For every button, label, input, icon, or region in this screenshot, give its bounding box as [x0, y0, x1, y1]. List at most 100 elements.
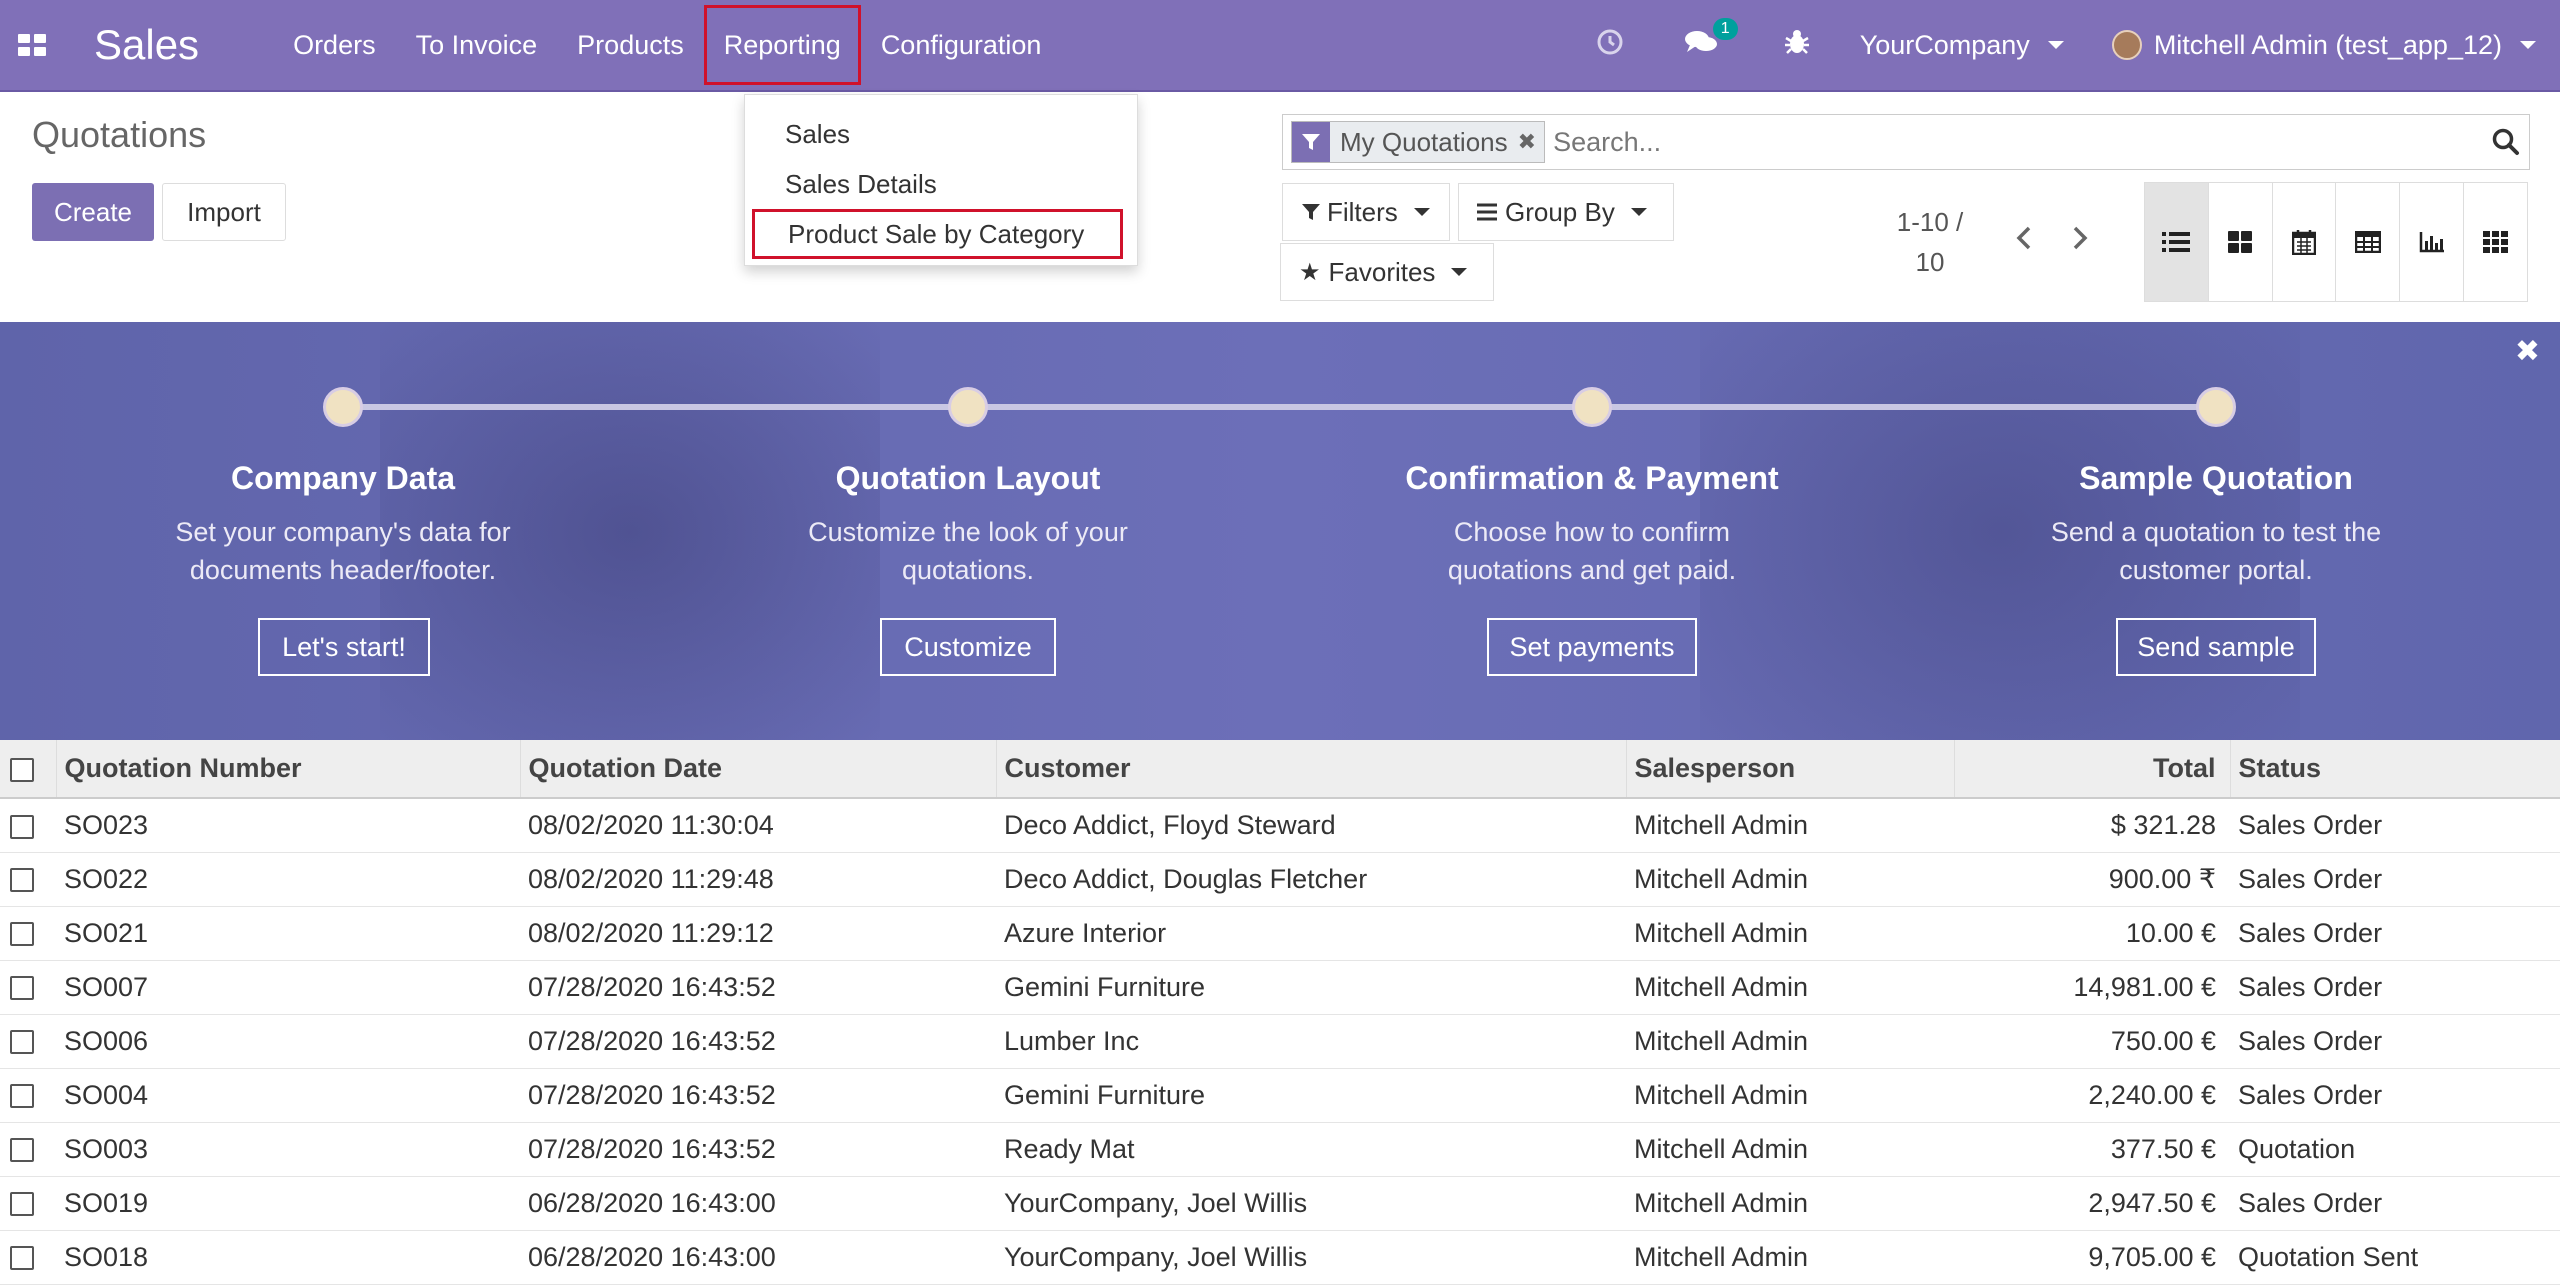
row-checkbox[interactable]	[0, 1068, 56, 1123]
col-total[interactable]: Total	[1954, 740, 2231, 799]
row-checkbox[interactable]	[0, 798, 56, 853]
cell-total: 750.00 €	[1954, 1014, 2230, 1069]
step-desc: Set your company's data for	[175, 517, 511, 547]
kanban-view-icon[interactable]	[2209, 183, 2273, 301]
filters-button[interactable]: Filters	[1282, 183, 1450, 241]
step-dot	[1572, 387, 1612, 427]
step-desc: documents header/footer.	[189, 555, 497, 585]
row-checkbox[interactable]	[0, 960, 56, 1015]
table-row[interactable]: SO006 07/28/2020 16:43:52 Lumber Inc Mitche…	[0, 1014, 2560, 1069]
lets-start-button[interactable]: Let's start!	[258, 618, 430, 676]
cell-quotation-number: SO021	[56, 906, 520, 961]
row-checkbox[interactable]	[0, 1176, 56, 1231]
table-row[interactable]: SO018 06/28/2020 16:43:00 YourCompany, Joe…	[0, 1230, 2560, 1285]
pager-value[interactable]: 1-10 / 10	[1870, 202, 1990, 282]
step-quotation-layout: Quotation Layout Customize the look of y…	[688, 460, 1248, 589]
cell-status: Sales Order	[2230, 798, 2560, 853]
select-all-checkbox[interactable]	[0, 740, 57, 799]
table-body: SO023 08/02/2020 11:30:04 Deco Addict, Flo…	[0, 798, 2560, 1285]
cell-quotation-date: 07/28/2020 16:43:52	[520, 1068, 996, 1123]
cell-status: Sales Order	[2230, 960, 2560, 1015]
row-checkbox[interactable]	[0, 906, 56, 961]
cell-customer: YourCompany, Joel Willis	[996, 1230, 1626, 1285]
groupby-button[interactable]: Group By	[1458, 183, 1674, 241]
bug-icon[interactable]	[1784, 28, 1810, 63]
cell-salesperson: Mitchell Admin	[1626, 906, 1954, 961]
chevron-right-icon[interactable]	[2070, 222, 2090, 260]
graph-view-icon[interactable]	[2400, 183, 2465, 301]
activity-view-icon[interactable]	[2464, 183, 2527, 301]
col-status[interactable]: Status	[2230, 740, 2560, 799]
cell-quotation-date: 06/28/2020 16:43:00	[520, 1176, 996, 1231]
col-salesperson[interactable]: Salesperson	[1626, 740, 1955, 799]
row-checkbox[interactable]	[0, 1014, 56, 1069]
onboarding-banner: ✖ Company Data Set your company's data f…	[0, 322, 2560, 740]
col-quotation-number[interactable]: Quotation Number	[56, 740, 521, 799]
menu-item-sales-details[interactable]: Sales Details	[745, 159, 1137, 209]
menu-item-sales[interactable]: Sales	[745, 109, 1137, 159]
cell-total: 377.50 €	[1954, 1122, 2230, 1177]
table-row[interactable]: SO023 08/02/2020 11:30:04 Deco Addict, Flo…	[0, 798, 2560, 853]
menu-configuration[interactable]: Configuration	[861, 0, 1062, 91]
pivot-view-icon[interactable]	[2336, 183, 2401, 301]
menu-to-invoice[interactable]: To Invoice	[396, 0, 558, 91]
set-payments-button[interactable]: Set payments	[1487, 618, 1697, 676]
menu-item-product-sale-by-category[interactable]: Product Sale by Category	[752, 209, 1123, 259]
row-checkbox[interactable]	[0, 1230, 56, 1285]
table-row[interactable]: SO021 08/02/2020 11:29:12 Azure Interior Mi…	[0, 906, 2560, 961]
search-icon[interactable]	[2483, 128, 2529, 156]
menu-reporting[interactable]: Reporting	[703, 0, 861, 91]
chat-icon[interactable]: 1	[1684, 17, 1738, 63]
clock-icon[interactable]	[1596, 28, 1624, 63]
cell-quotation-date: 07/28/2020 16:43:52	[520, 960, 996, 1015]
chevron-left-icon[interactable]	[2014, 222, 2034, 260]
step-title: Company Data	[230, 460, 456, 496]
company-switcher[interactable]: YourCompany	[1860, 30, 2064, 61]
step-sample-quotation: Sample Quotation Send a quotation to tes…	[1936, 460, 2496, 589]
apps-grid-icon[interactable]	[18, 34, 46, 56]
import-button[interactable]: Import	[162, 183, 286, 241]
cell-salesperson: Mitchell Admin	[1626, 1230, 1954, 1285]
table-row[interactable]: SO004 07/28/2020 16:43:52 Gemini Furniture…	[0, 1068, 2560, 1123]
row-checkbox[interactable]	[0, 1122, 56, 1177]
step-title: Confirmation & Payment	[1405, 460, 1779, 496]
user-menu[interactable]: Mitchell Admin (test_app_12)	[2154, 30, 2536, 61]
chevron-down-icon	[2047, 41, 2064, 49]
table-row[interactable]: SO022 08/02/2020 11:29:48 Deco Addict, Dou…	[0, 852, 2560, 907]
step-desc: Customize the look of your	[808, 517, 1128, 547]
menu-orders[interactable]: Orders	[273, 0, 396, 91]
star-icon: ★	[1299, 258, 1321, 286]
cell-total: 14,981.00 €	[1954, 960, 2230, 1015]
cell-status: Sales Order	[2230, 1068, 2560, 1123]
create-button[interactable]: Create	[32, 183, 154, 241]
list-view-icon[interactable]	[2145, 183, 2209, 301]
send-sample-button[interactable]: Send sample	[2116, 618, 2316, 676]
col-quotation-date[interactable]: Quotation Date	[520, 740, 997, 799]
search-input[interactable]	[1545, 118, 2483, 166]
step-desc: quotations.	[901, 555, 1035, 585]
cell-salesperson: Mitchell Admin	[1626, 1068, 1954, 1123]
table-row[interactable]: SO019 06/28/2020 16:43:00 YourCompany, Joe…	[0, 1176, 2560, 1231]
cell-quotation-date: 08/02/2020 11:29:48	[520, 852, 996, 907]
menu-products[interactable]: Products	[557, 0, 704, 91]
calendar-view-icon[interactable]	[2273, 183, 2337, 301]
cell-quotation-number: SO022	[56, 852, 520, 907]
col-customer[interactable]: Customer	[996, 740, 1627, 799]
step-company-data: Company Data Set your company's data for…	[63, 460, 623, 589]
cell-total: 900.00 ₹	[1954, 852, 2230, 907]
table-row[interactable]: SO007 07/28/2020 16:43:52 Gemini Furniture…	[0, 960, 2560, 1015]
pager-total: 10	[1915, 247, 1945, 277]
cell-status: Quotation Sent	[2230, 1230, 2560, 1285]
row-checkbox[interactable]	[0, 852, 56, 907]
cell-customer: Deco Addict, Floyd Steward	[996, 798, 1626, 853]
customize-button[interactable]: Customize	[880, 618, 1056, 676]
step-desc: Choose how to confirm	[1453, 517, 1731, 547]
close-icon[interactable]: ✖	[2515, 334, 2540, 369]
table-row[interactable]: SO003 07/28/2020 16:43:52 Ready Mat Mitchel…	[0, 1122, 2560, 1177]
avatar[interactable]	[2111, 30, 2142, 60]
close-icon[interactable]: ✖	[1517, 122, 1545, 162]
favorites-button[interactable]: ★ Favorites	[1280, 243, 1494, 301]
app-brand[interactable]: Sales	[94, 21, 199, 69]
cell-quotation-number: SO006	[56, 1014, 520, 1069]
filter-icon	[1292, 122, 1330, 162]
